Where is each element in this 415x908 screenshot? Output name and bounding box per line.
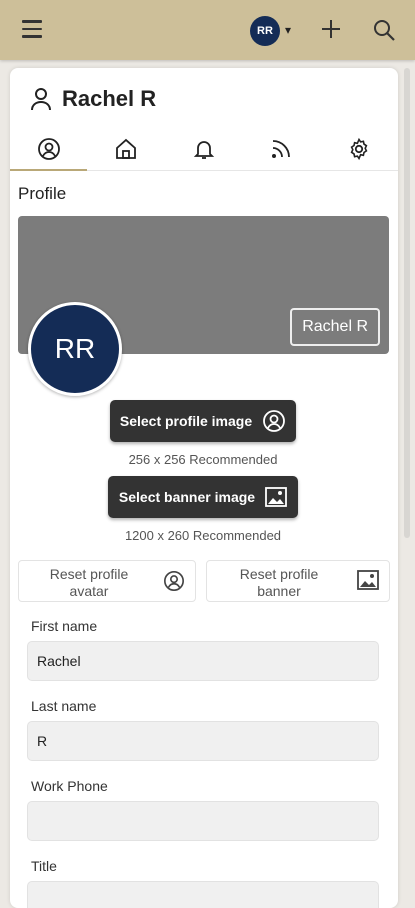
user-circle-icon: [37, 137, 60, 160]
chevron-down-icon[interactable]: ▾: [285, 23, 291, 37]
user-icon: [30, 87, 52, 111]
last-name-field[interactable]: [27, 721, 379, 761]
user-circle-icon: [262, 409, 286, 433]
reset-avatar-label-line2: avatar: [69, 583, 109, 599]
reset-avatar-label-line1: Reset profile: [49, 566, 129, 582]
tab-notifications[interactable]: [165, 128, 242, 170]
gear-icon: [350, 137, 367, 161]
select-banner-image-button[interactable]: Select banner image: [108, 476, 298, 518]
page-header: Rachel R: [30, 86, 156, 112]
select-profile-image-label: Select profile image: [119, 413, 253, 429]
scrollbar[interactable]: [404, 68, 410, 538]
tab-feed[interactable]: [242, 128, 319, 170]
user-circle-icon: [163, 570, 185, 597]
home-icon: [115, 138, 136, 159]
tab-settings[interactable]: [320, 128, 397, 170]
banner-name-label: Rachel R: [290, 308, 380, 346]
reset-avatar-label: Reset profile avatar: [29, 566, 149, 600]
banner-image-hint: 1200 x 260 Recommended: [124, 528, 282, 543]
profile-card: Rachel R Profile Rachel R RR Select prof…: [10, 68, 398, 908]
work-phone-field[interactable]: [27, 801, 379, 841]
select-profile-image-button[interactable]: Select profile image: [110, 400, 296, 442]
menu-icon[interactable]: [22, 20, 42, 38]
image-icon: [265, 487, 287, 507]
select-banner-image-label: Select banner image: [118, 489, 256, 505]
tab-profile[interactable]: [10, 128, 87, 171]
topbar-avatar[interactable]: RR: [250, 16, 280, 46]
tab-bar: [10, 128, 398, 171]
reset-banner-label-line2: banner: [257, 583, 301, 599]
section-title: Profile: [18, 184, 67, 203]
reset-banner-label: Reset profile banner: [219, 566, 339, 600]
page-title: Rachel R: [62, 86, 157, 111]
reset-banner-label-line1: Reset profile: [239, 566, 319, 582]
work-phone-label: Work Phone: [31, 778, 108, 794]
first-name-field[interactable]: [27, 641, 379, 681]
reset-profile-avatar-button[interactable]: Reset profile avatar: [18, 560, 196, 602]
plus-icon[interactable]: [320, 18, 342, 45]
bell-icon: [193, 141, 214, 159]
reset-profile-banner-button[interactable]: Reset profile banner: [206, 560, 390, 602]
top-bar: RR ▾: [0, 0, 415, 60]
tab-home[interactable]: [87, 128, 164, 170]
rss-icon: [271, 140, 290, 158]
profile-image-hint: 256 x 256 Recommended: [128, 452, 278, 467]
last-name-label: Last name: [31, 698, 97, 714]
title-field[interactable]: [27, 881, 379, 908]
first-name-label: First name: [31, 618, 98, 634]
image-icon: [357, 570, 379, 595]
profile-avatar: RR: [28, 302, 122, 396]
search-icon[interactable]: [372, 18, 396, 47]
title-label: Title: [31, 858, 57, 874]
